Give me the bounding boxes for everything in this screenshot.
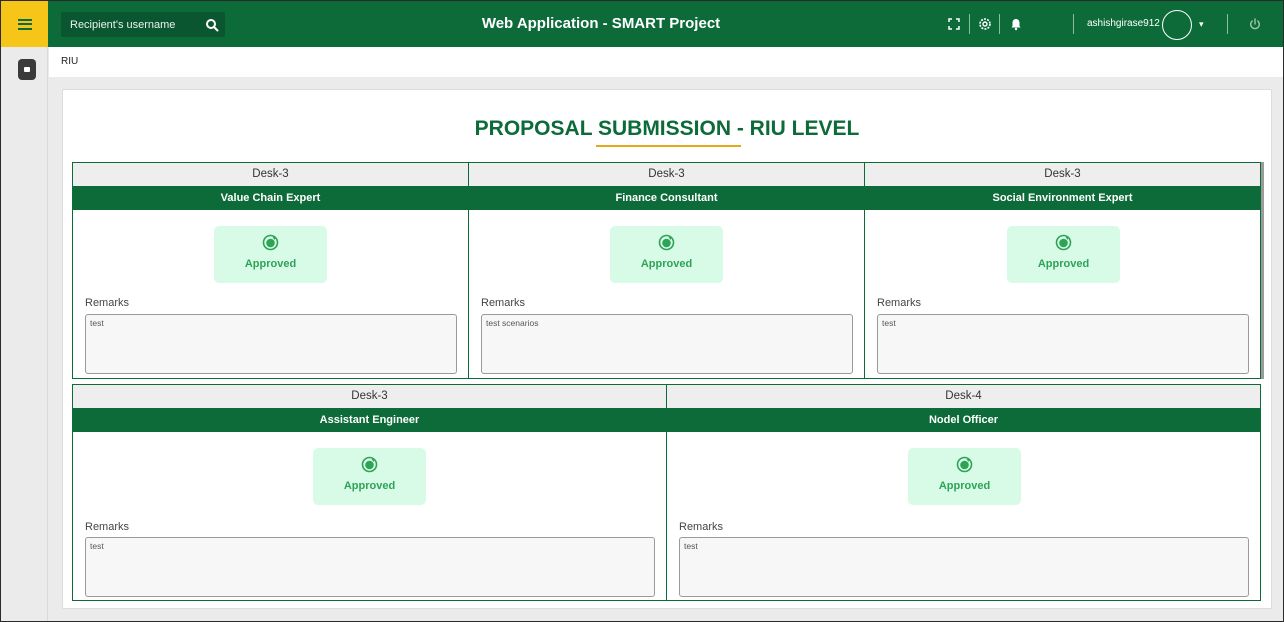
desk-label: Desk-3 bbox=[865, 163, 1260, 186]
gear-icon[interactable] bbox=[977, 16, 993, 32]
desk-panel-value-chain-expert: Desk-3 Value Chain Expert Approved Remar… bbox=[72, 162, 469, 379]
status-text: Approved bbox=[938, 480, 991, 492]
username-label[interactable]: ashishgirase912 bbox=[1087, 1, 1160, 47]
title-underline bbox=[596, 145, 741, 147]
search-icon[interactable] bbox=[205, 18, 219, 32]
sidebar bbox=[1, 47, 48, 621]
breadcrumb-bar: RIU bbox=[49, 47, 1283, 77]
status-text: Approved bbox=[1037, 258, 1090, 270]
approved-check-icon bbox=[1055, 234, 1072, 251]
desk-panel-social-environment-expert: Desk-3 Social Environment Expert Approve… bbox=[864, 162, 1261, 379]
remarks-textarea[interactable]: test bbox=[877, 314, 1249, 374]
toolbar-divider bbox=[1073, 14, 1074, 34]
remarks-textarea[interactable]: test bbox=[679, 537, 1249, 597]
fullscreen-icon[interactable] bbox=[946, 16, 962, 32]
approved-check-icon bbox=[361, 456, 378, 473]
power-icon[interactable] bbox=[1247, 16, 1263, 32]
hamburger-icon bbox=[17, 18, 32, 30]
remarks-textarea[interactable]: test bbox=[85, 314, 457, 374]
approved-check-icon bbox=[658, 234, 675, 251]
approved-badge: Approved bbox=[1007, 226, 1120, 283]
desk-label: Desk-3 bbox=[73, 385, 666, 408]
role-header: Nodel Officer bbox=[667, 408, 1260, 432]
role-header: Finance Consultant bbox=[469, 186, 864, 210]
status-text: Approved bbox=[640, 258, 693, 270]
page-title: PROPOSAL SUBMISSION - RIU LEVEL bbox=[474, 117, 860, 140]
approved-badge: Approved bbox=[313, 448, 426, 505]
approved-check-icon bbox=[262, 234, 279, 251]
remarks-label: Remarks bbox=[877, 297, 922, 309]
desk-panel-assistant-engineer: Desk-3 Assistant Engineer Approved Remar… bbox=[72, 384, 667, 601]
app-title: Web Application - SMART Project bbox=[481, 15, 721, 32]
approved-check-icon bbox=[956, 456, 973, 473]
status-text: Approved bbox=[343, 480, 396, 492]
toolbar-divider bbox=[999, 14, 1000, 34]
role-header: Social Environment Expert bbox=[865, 186, 1260, 210]
scrollbar[interactable] bbox=[1261, 162, 1264, 379]
toolbar-divider bbox=[969, 14, 970, 34]
breadcrumb[interactable]: RIU bbox=[61, 56, 78, 67]
remarks-label: Remarks bbox=[679, 521, 724, 533]
remarks-label: Remarks bbox=[85, 297, 130, 309]
search-input[interactable] bbox=[61, 12, 197, 37]
remarks-label: Remarks bbox=[85, 521, 130, 533]
desk-label: Desk-3 bbox=[469, 163, 864, 186]
app-window: Web Application - SMART Project ashishgi… bbox=[0, 0, 1284, 622]
remarks-textarea[interactable]: test scenarios bbox=[481, 314, 853, 374]
chevron-down-icon[interactable]: ▾ bbox=[1199, 1, 1204, 47]
toolbar-divider bbox=[1227, 14, 1228, 34]
approved-badge: Approved bbox=[610, 226, 723, 283]
remarks-textarea[interactable]: test bbox=[85, 537, 655, 597]
hamburger-menu-button[interactable] bbox=[1, 1, 48, 47]
approved-badge: Approved bbox=[908, 448, 1021, 505]
status-text: Approved bbox=[244, 258, 297, 270]
grid-icon[interactable] bbox=[18, 59, 36, 80]
desk-panel-finance-consultant: Desk-3 Finance Consultant Approved Remar… bbox=[468, 162, 865, 379]
top-navbar: Web Application - SMART Project ashishgi… bbox=[1, 1, 1283, 47]
approved-badge: Approved bbox=[214, 226, 327, 283]
remarks-label: Remarks bbox=[481, 297, 526, 309]
desk-panel-nodel-officer: Desk-4 Nodel Officer Approved Remarks te… bbox=[666, 384, 1261, 601]
desk-label: Desk-4 bbox=[667, 385, 1260, 408]
bell-icon[interactable] bbox=[1008, 16, 1024, 32]
desk-label: Desk-3 bbox=[73, 163, 468, 186]
search-box bbox=[61, 12, 225, 37]
role-header: Assistant Engineer bbox=[73, 408, 666, 432]
avatar[interactable] bbox=[1162, 10, 1192, 40]
role-header: Value Chain Expert bbox=[73, 186, 468, 210]
